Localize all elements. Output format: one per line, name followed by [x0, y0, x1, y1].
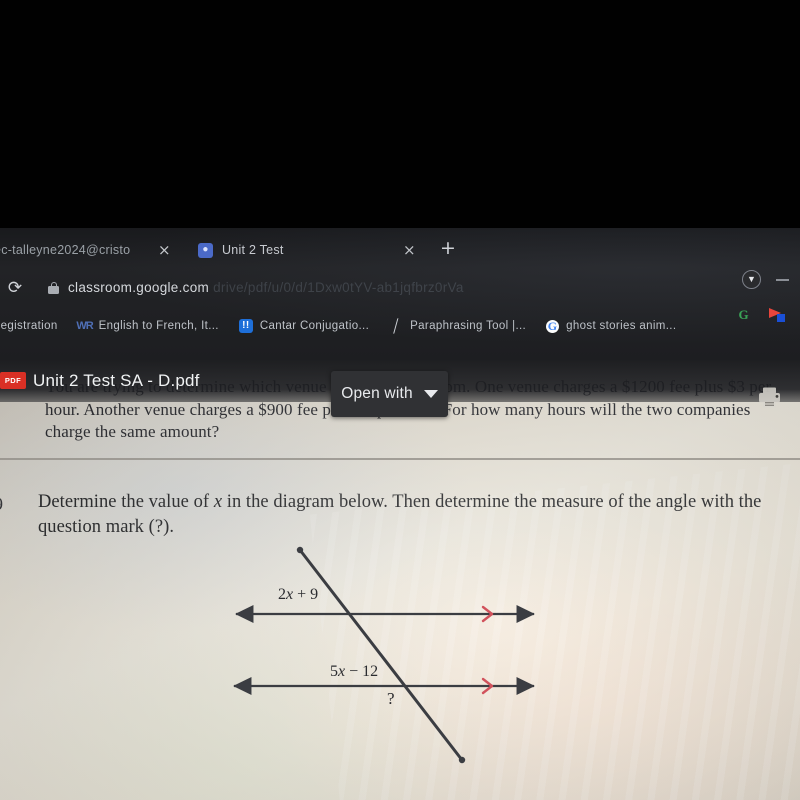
people-icon: ●	[198, 242, 213, 258]
conjugation-icon: !!	[238, 319, 253, 333]
question-text: Determine the value of x in the diagram …	[38, 490, 783, 540]
new-tab-button[interactable]: +	[440, 239, 456, 258]
google-icon: G	[546, 318, 560, 333]
bookmark-label: English to French, It...	[98, 320, 219, 332]
chevron-down-icon	[423, 390, 438, 398]
print-icon[interactable]	[757, 386, 782, 409]
question-number: 9	[0, 494, 3, 515]
tab-title: Unit 2 Test	[222, 243, 284, 257]
parallel-line-upper	[235, 605, 535, 623]
bookmarks-bar: Registration WR English to French, It...…	[0, 310, 800, 342]
section-divider	[0, 458, 800, 460]
letterbox-top	[0, 0, 800, 228]
wordreference-icon: WR	[76, 319, 93, 332]
minimize-button[interactable]	[776, 279, 789, 281]
angle-label-lower: 5x − 12	[330, 663, 378, 681]
open-with-button[interactable]: Open with	[331, 371, 448, 417]
url-text: classroom.google.com	[68, 280, 210, 295]
url-dim-suffix: drive/pdf/u/0/d/1Dxw0tYV-ab1jqfbrz0rVa	[209, 280, 464, 295]
extension-icon[interactable]	[766, 304, 786, 324]
pdf-file-type-icon: PDF	[0, 372, 26, 389]
label-coefficient: 5	[330, 663, 338, 680]
bookmark-ghost-stories[interactable]: G ghost stories anim...	[536, 314, 686, 338]
label-coefficient: 2	[278, 586, 286, 603]
photographed-screen: ec-talleyne2024@cristo × ● Unit 2 Test ×…	[0, 0, 800, 800]
label-rest: − 12	[345, 663, 379, 680]
pdf-file-name: Unit 2 Test SA - D.pdf	[33, 371, 200, 390]
geometry-diagram: 2x + 9 5x − 12 ?	[200, 538, 600, 793]
lock-icon	[48, 282, 59, 294]
tab-title: ec-talleyne2024@cristo	[0, 243, 131, 257]
address-bar[interactable]: classroom.google.com drive/pdf/u/0/d/1Dx…	[68, 280, 464, 295]
tab-close-icon[interactable]: ×	[158, 243, 171, 258]
pdf-page: You are trying to determine which venue …	[0, 360, 800, 800]
bookmark-label: Registration	[0, 320, 58, 332]
question-text-part1: Determine the value of	[38, 492, 214, 512]
tab-close-icon[interactable]: ×	[403, 243, 416, 258]
angle-label-upper: 2x + 9	[278, 586, 318, 604]
bookmark-label: ghost stories anim...	[566, 320, 677, 332]
pen-icon: ╱	[390, 318, 402, 334]
label-rest: + 9	[293, 586, 319, 603]
transversal-line	[296, 546, 466, 764]
tab-active[interactable]: ● Unit 2 Test	[190, 232, 380, 268]
bookmark-label: Paraphrasing Tool |...	[410, 320, 527, 332]
reload-icon[interactable]: ⟳	[5, 278, 25, 298]
parallel-line-lower	[233, 677, 535, 695]
question-variable: x	[213, 492, 223, 512]
bookmark-cantar-conjugation[interactable]: !! Cantar Conjugatio...	[229, 314, 379, 338]
open-with-label: Open with	[341, 385, 413, 402]
bookmark-english-to-french[interactable]: WR English to French, It...	[68, 314, 229, 338]
bookmark-label: Cantar Conjugatio...	[259, 320, 370, 332]
question-mark-angle-label: ?	[387, 689, 395, 708]
download-icon[interactable]: ▼	[742, 270, 761, 289]
bookmark-paraphrasing-tool[interactable]: ╱ Paraphrasing Tool |...	[379, 314, 536, 338]
tab-strip: ec-talleyne2024@cristo × ● Unit 2 Test ×…	[0, 228, 800, 272]
profile-avatar[interactable]: G	[735, 306, 752, 323]
diagram-svg	[233, 546, 535, 764]
browser-chrome: ec-talleyne2024@cristo × ● Unit 2 Test ×…	[0, 228, 800, 360]
bookmark-registration[interactable]: Registration	[0, 314, 68, 338]
omnibox-row: ⟳ classroom.google.com drive/pdf/u/0/d/1…	[0, 272, 800, 308]
